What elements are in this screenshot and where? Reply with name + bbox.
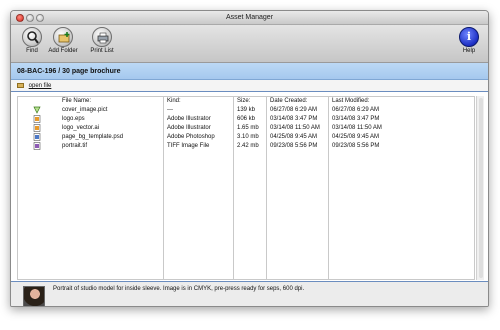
zoom-window-button[interactable] bbox=[36, 14, 44, 22]
help-label: Help bbox=[462, 48, 476, 54]
window-title: Asset Manager bbox=[225, 14, 274, 21]
last-modified-cell: 06/27/08 6:29 AM bbox=[332, 107, 380, 113]
column-header-kind[interactable]: Kind: bbox=[167, 98, 181, 104]
size-cell: 3.10 mb bbox=[237, 134, 259, 140]
add-folder-button[interactable]: Add Folder bbox=[43, 27, 83, 54]
photoshop-file-icon bbox=[33, 133, 41, 141]
file-name-cell: cover_image.pict bbox=[62, 107, 108, 113]
size-cell: 1.65 mb bbox=[237, 125, 259, 131]
size-cell: 2.42 mb bbox=[237, 143, 259, 149]
info-icon: i bbox=[459, 27, 479, 47]
file-name-cell: logo_vector.ai bbox=[62, 125, 100, 131]
kind-cell: Adobe Illustrator bbox=[167, 125, 211, 131]
table-row[interactable]: logo.eps Adobe Illustrator 606 kb 03/14/… bbox=[18, 115, 474, 123]
table-row[interactable]: cover_image.pict --- 139 kb 06/27/08 6:2… bbox=[18, 106, 474, 114]
title-bar: Asset Manager bbox=[11, 11, 488, 25]
date-created-cell: 04/25/08 9:45 AM bbox=[270, 134, 318, 140]
add-folder-label: Add Folder bbox=[48, 48, 78, 54]
print-list-label: Print List bbox=[90, 48, 114, 54]
date-created-cell: 03/14/08 11:50 AM bbox=[270, 125, 320, 131]
last-modified-cell: 09/23/08 5:56 PM bbox=[332, 143, 380, 149]
last-modified-cell: 04/25/08 9:45 AM bbox=[332, 134, 380, 140]
toolbar: Find Add Folder Print List i Help bbox=[11, 25, 488, 63]
kind-cell: Adobe Photoshop bbox=[167, 134, 215, 140]
column-header-last-modified[interactable]: Last Modified: bbox=[332, 98, 369, 104]
illustrator-file-icon bbox=[33, 124, 41, 132]
open-folder-icon bbox=[17, 83, 24, 88]
last-modified-cell: 03/14/08 11:50 AM bbox=[332, 125, 382, 131]
column-header-file-name[interactable]: File Name: bbox=[62, 98, 91, 104]
size-cell: 139 kb bbox=[237, 107, 256, 113]
table-row[interactable]: portrait.tif TIFF Image File 2.42 mb 09/… bbox=[18, 142, 474, 150]
vertical-scrollbar[interactable] bbox=[476, 96, 484, 280]
preview-description: Portrait of studio model for inside slee… bbox=[53, 286, 305, 292]
tiff-file-icon bbox=[33, 142, 41, 150]
add-folder-icon bbox=[53, 27, 73, 47]
kind-cell: TIFF Image File bbox=[167, 143, 210, 149]
magnifier-icon bbox=[22, 27, 42, 47]
file-table: File Name: Kind: Size: Date Created: Las… bbox=[17, 96, 475, 280]
help-button[interactable]: i Help bbox=[458, 27, 480, 54]
table-row[interactable]: page_bg_template.psd Adobe Photoshop 3.1… bbox=[18, 133, 474, 141]
open-file-link[interactable]: open file bbox=[29, 83, 52, 89]
illustrator-file-icon bbox=[33, 115, 41, 123]
printer-icon bbox=[92, 27, 112, 47]
preview-panel: Portrait of studio model for inside slee… bbox=[11, 281, 488, 306]
open-file-bar: open file bbox=[11, 80, 488, 92]
project-header: 08-BAC-196 / 30 page brochure bbox=[11, 63, 488, 80]
date-created-cell: 06/27/08 6:29 AM bbox=[270, 107, 318, 113]
file-name-cell: logo.eps bbox=[62, 116, 85, 122]
column-header-date-created[interactable]: Date Created: bbox=[270, 98, 307, 104]
kind-cell: Adobe Illustrator bbox=[167, 116, 211, 122]
kind-cell: --- bbox=[167, 107, 173, 113]
column-header-size[interactable]: Size: bbox=[237, 98, 250, 104]
file-name-cell: page_bg_template.psd bbox=[62, 134, 124, 140]
table-row[interactable]: logo_vector.ai Adobe Illustrator 1.65 mb… bbox=[18, 124, 474, 132]
date-created-cell: 09/23/08 5:56 PM bbox=[270, 143, 318, 149]
find-label: Find bbox=[26, 48, 38, 54]
print-list-button[interactable]: Print List bbox=[86, 27, 118, 54]
close-window-button[interactable] bbox=[16, 14, 24, 22]
asset-manager-window: Asset Manager Find Add Folder Print List… bbox=[10, 10, 489, 307]
date-created-cell: 03/14/08 3:47 PM bbox=[270, 116, 318, 122]
cover-image-icon bbox=[33, 106, 41, 114]
portrait-thumbnail bbox=[23, 286, 45, 306]
file-name-cell: portrait.tif bbox=[62, 143, 88, 149]
scrollbar-track[interactable] bbox=[479, 98, 483, 278]
last-modified-cell: 03/14/08 3:47 PM bbox=[332, 116, 380, 122]
minimize-window-button[interactable] bbox=[26, 14, 34, 22]
info-glyph: i bbox=[466, 30, 472, 43]
find-button[interactable]: Find bbox=[21, 27, 43, 54]
size-cell: 606 kb bbox=[237, 116, 256, 122]
